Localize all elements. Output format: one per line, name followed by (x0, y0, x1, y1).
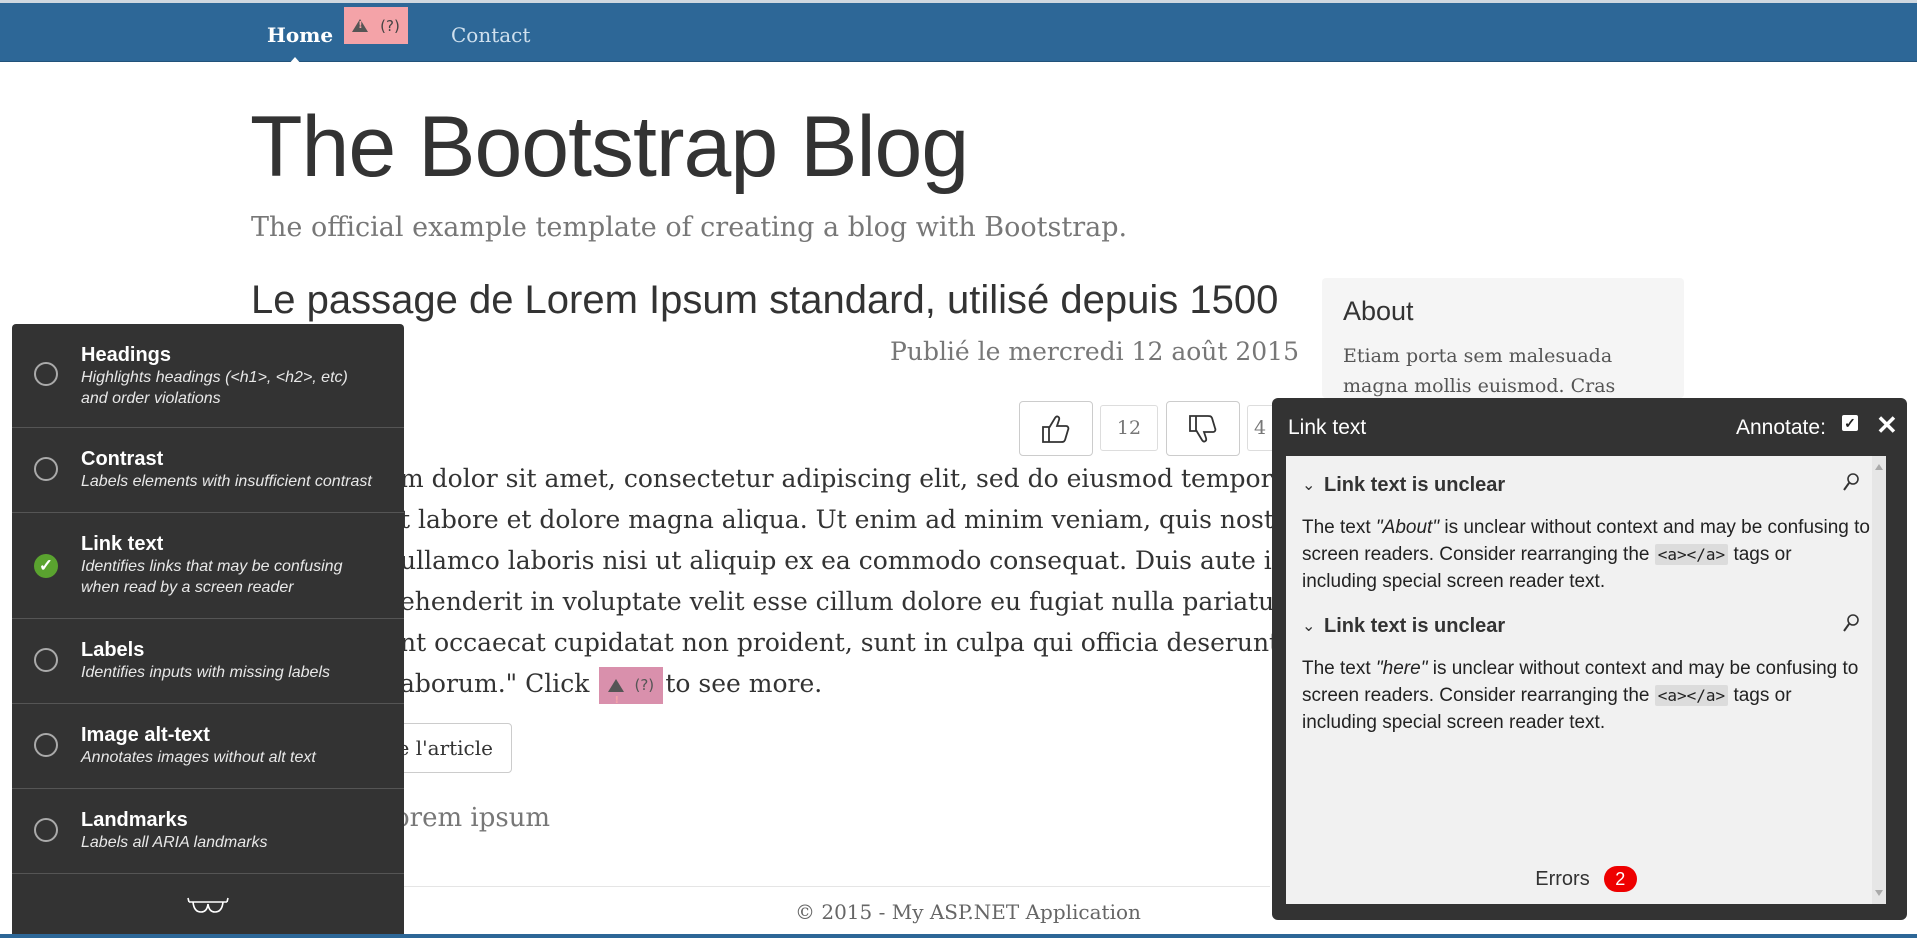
close-icon[interactable]: ✕ (1876, 412, 1898, 438)
issue-quoted-link: "here" (1375, 658, 1428, 679)
issue-quoted-link: "About" (1375, 517, 1440, 538)
tool-item-desc: Labels all ARIA landmarks (81, 834, 268, 851)
flag-help-label: (?) (634, 676, 655, 694)
warning-icon (608, 679, 625, 721)
tool-item-contrast[interactable]: Contrast Labels elements with insufficie… (12, 428, 404, 513)
about-text-line: magna mollis euismod. Cras (1343, 375, 1616, 397)
issue-header[interactable]: ⌄ Link text is unclear (1302, 456, 1870, 514)
bottom-border (0, 934, 1917, 938)
issue-item: ⌄ Link text is unclear The text "About" … (1286, 456, 1886, 595)
annotate-label: Annotate: (1736, 416, 1826, 439)
results-list: ⌄ Link text is unclear The text "About" … (1286, 456, 1886, 904)
radio-button[interactable] (34, 457, 58, 481)
navbar: Home t Contact (?) (0, 3, 1917, 65)
tool-item-image-alt-text[interactable]: Image alt-text Annotates images without … (12, 704, 404, 789)
about-heading: About (1343, 296, 1414, 326)
issue-title: Link text is unclear (1324, 614, 1506, 637)
tool-item-title: Landmarks (81, 809, 188, 831)
checked-radio-icon[interactable]: ✓ (34, 554, 58, 578)
glasses-toggle-button[interactable] (12, 876, 404, 938)
about-link-error-flag[interactable]: (?) (344, 7, 408, 44)
click-text: aborum." Click (400, 669, 598, 698)
issue-text: The text (1302, 517, 1376, 538)
post-body-line: m dolor sit amet, consectetur adipiscing… (400, 464, 1273, 493)
here-link-error-flag[interactable]: (?) (599, 667, 664, 721)
nav-contact-link[interactable]: Contact (451, 23, 530, 47)
link-text-results-panel: Link text Annotate: ✓ ✕ ⌄ Link text is u… (1272, 398, 1907, 920)
tool-item-desc: Identifies inputs with missing labels (81, 664, 331, 681)
magnifier-icon[interactable] (1842, 472, 1860, 494)
issue-description: The text "here" is unclear without conte… (1302, 655, 1870, 736)
tool-item-desc: when read by a screen reader (81, 579, 294, 596)
results-panel-header: Link text Annotate: ✓ ✕ (1272, 398, 1907, 456)
active-nav-caret-icon (288, 57, 302, 65)
chevron-down-icon[interactable]: ⌄ (1302, 616, 1324, 636)
about-sidebar: About Etiam porta sem malesuada magna mo… (1322, 278, 1684, 398)
footer-divider (400, 886, 1270, 887)
tool-item-landmarks[interactable]: Landmarks Labels all ARIA landmarks (12, 789, 404, 874)
about-text-line: Etiam porta sem malesuada (1343, 345, 1613, 367)
post-body: m dolor sit amet, consectetur adipiscing… (250, 458, 1342, 721)
tool-item-title: Headings (81, 344, 172, 366)
accessibility-tool-panel: Headings Highlights headings (<h1>, <h2>… (12, 324, 404, 938)
flag-help-label: (?) (380, 16, 400, 35)
issue-code: <a></a> (1654, 544, 1729, 565)
footer-copyright: © 2015 - My ASP.NET Application (795, 900, 1141, 924)
tool-item-title: Image alt-text (81, 724, 210, 746)
scroll-up-icon[interactable] (1875, 464, 1883, 470)
issue-item: ⌄ Link text is unclear The text "here" i… (1286, 597, 1886, 736)
radio-button[interactable] (34, 733, 58, 757)
post-body-line: ehenderit in voluptate velit esse cillum… (400, 587, 1292, 616)
radio-button[interactable] (34, 648, 58, 672)
see-more-text: to see more. (665, 669, 823, 698)
blog-description: The official example template of creatin… (251, 212, 1128, 243)
warning-icon (352, 19, 369, 32)
issue-code: <a></a> (1654, 685, 1729, 706)
issue-title: Link text is unclear (1324, 473, 1506, 496)
issue-header[interactable]: ⌄ Link text is unclear (1302, 597, 1870, 655)
post-body-line: t labore et dolore magna aliqua. Ut enim… (400, 505, 1318, 534)
tool-item-title: Link text (81, 533, 164, 555)
magnifier-icon[interactable] (1842, 613, 1860, 635)
tool-item-desc: Identifies links that may be confusing (81, 558, 343, 575)
nav-home-link[interactable]: Home (267, 23, 333, 47)
glasses-icon (187, 897, 229, 913)
post-body-last-line: aborum." Click (?) to see more. (250, 663, 1290, 721)
dislike-button[interactable] (1166, 401, 1240, 456)
errors-summary: Errors 2 (1286, 866, 1886, 892)
like-button[interactable] (1019, 401, 1093, 456)
tool-item-desc: Highlights headings (<h1>, <h2>, etc) (81, 369, 348, 386)
tool-item-link-text[interactable]: ✓ Link text Identifies links that may be… (12, 513, 404, 619)
post-title: Le passage de Lorem Ipsum standard, util… (251, 278, 1279, 322)
errors-label: Errors (1535, 867, 1590, 890)
tool-item-headings[interactable]: Headings Highlights headings (<h1>, <h2>… (12, 324, 404, 428)
annotate-checkbox[interactable]: ✓ (1842, 415, 1858, 431)
thumbs-up-icon (1042, 415, 1070, 443)
thumbs-down-icon (1189, 414, 1217, 442)
results-scrollbar[interactable] (1872, 456, 1886, 904)
next-post-title[interactable]: orem ipsum (394, 803, 550, 833)
errors-count-badge: 2 (1603, 866, 1637, 892)
post-body-line: nt occaecat cupidatat non proident, sunt… (400, 628, 1342, 657)
radio-button[interactable] (34, 362, 58, 386)
radio-button[interactable] (34, 818, 58, 842)
tool-item-desc: Labels elements with insufficient contra… (81, 473, 372, 490)
chevron-down-icon[interactable]: ⌄ (1302, 475, 1324, 495)
tool-item-desc: and order violations (81, 390, 221, 407)
tool-item-labels[interactable]: Labels Identifies inputs with missing la… (12, 619, 404, 704)
blog-title: The Bootstrap Blog (250, 99, 969, 195)
issue-description: The text "About" is unclear without cont… (1302, 514, 1870, 595)
post-body-line: ullamco laboris nisi ut aliquip ex ea co… (400, 546, 1327, 575)
tool-item-title: Labels (81, 639, 145, 661)
like-count: 12 (1100, 405, 1158, 451)
results-panel-title: Link text (1288, 416, 1367, 439)
tool-item-desc: Annotates images without alt text (81, 749, 316, 766)
post-date: Publié le mercredi 12 août 2015 (890, 337, 1299, 366)
tool-item-title: Contrast (81, 448, 164, 470)
issue-text: The text (1302, 658, 1376, 679)
